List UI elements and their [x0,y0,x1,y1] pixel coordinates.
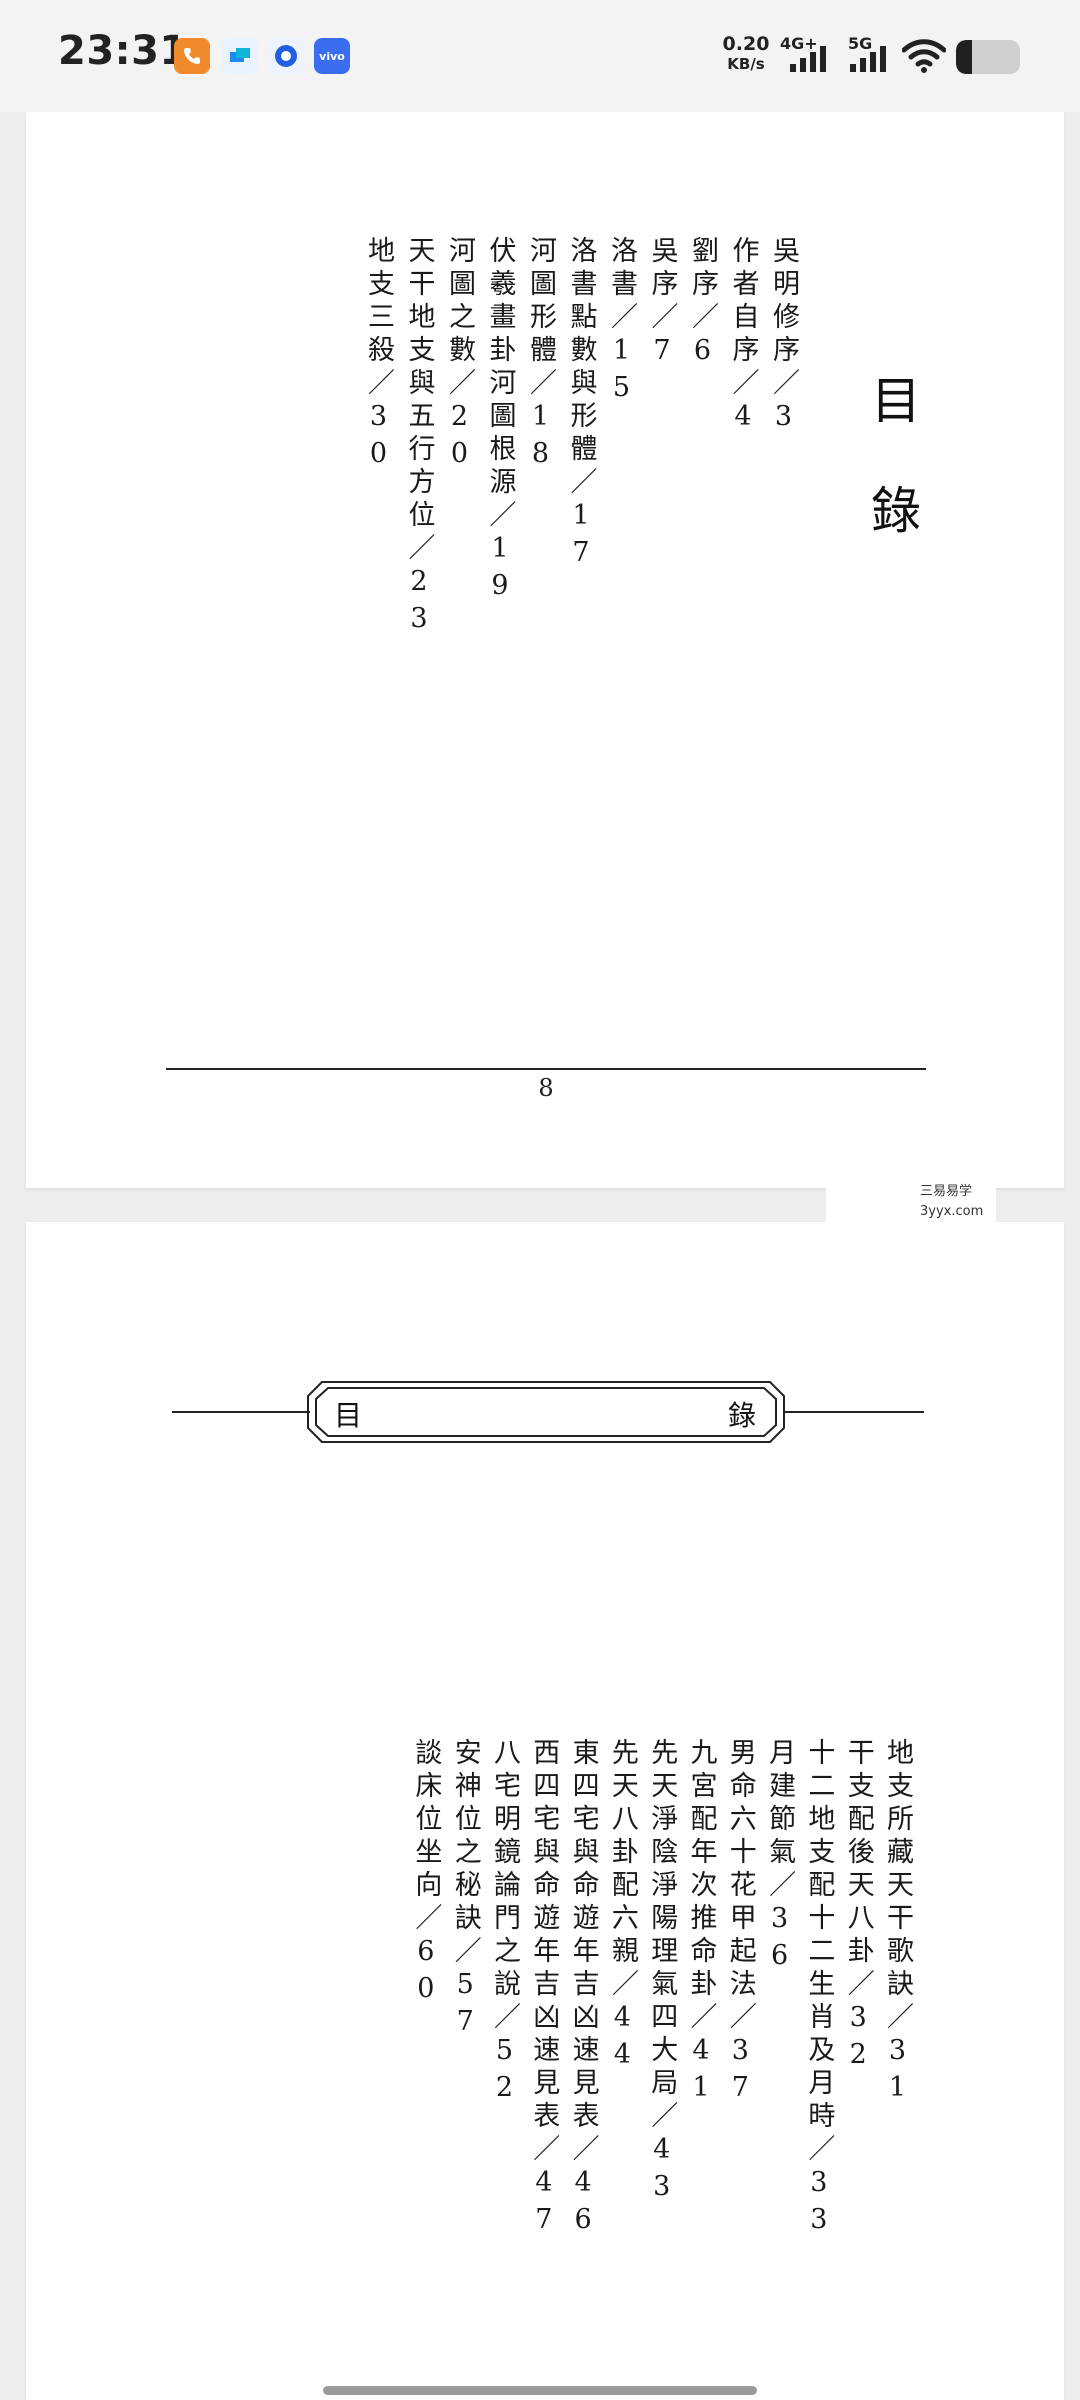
toc-entry-6: 九宮配年次推命卦／41 [685,1738,717,2109]
toc-entry-4: 月建節氣／36 [764,1738,796,1977]
vivo-app-icon: vivo [314,38,350,74]
toc-entry-4: 吳序／7 [646,236,678,372]
toc-entry-10: 天干地支與五行方位／23 [403,236,435,640]
toc-entry-1: 地支所藏天干歌訣／31 [882,1738,913,2109]
battery-icon [956,40,1020,74]
toc-entry-5: 洛書／15 [606,236,637,409]
title-banner-frame [172,1381,924,1443]
toc-entry-7: 河圖形體／18 [525,236,556,475]
signal-strength-icon [790,46,826,72]
watermark-line-2: 3yyx.com [920,1204,984,1219]
document-page-1: 目錄 吳明修序／3 作者自序／4 劉序／6 吳序／7 洛書／15 洛書點數與形體／17 河圖… [26,112,1064,1188]
banner-label-left: 目 [334,1399,363,1432]
page-title: 目錄 [863,374,921,594]
toc-entry-3: 十二地支配十二生肖及月時／33 [803,1738,835,2241]
browser-app-icon [268,38,304,74]
toc-entry-8: 伏羲畫卦河圖根源／19 [484,236,516,607]
status-bar: 23:31 vivo 0.20 KB/s 4G+ 5G [0,0,1080,112]
toc-entry-8: 先天八卦配六親／44 [606,1738,638,2076]
document-page-2: 目 錄 地支所藏天干歌訣／31 干支配後天八卦／32 十二地支配十二生肖及月時／33… [26,1222,1064,2400]
watermark: 三易易学 3yyx.com [826,1176,996,1224]
toc-entry-10: 西四宅與命遊年吉凶速見表／47 [528,1738,560,2241]
toc-entry-6: 洛書點數與形體／17 [565,236,597,574]
home-indicator[interactable] [323,2386,757,2395]
signal-strength-icon-2 [850,46,886,72]
toc-entry-9: 東四宅與命遊年吉凶速見表／46 [567,1738,599,2241]
toc-entry-9: 河圖之數／20 [444,236,475,475]
toc-entry-3: 劉序／6 [687,236,718,372]
network-speed: 0.20 KB/s [722,33,770,73]
toc-entry-2: 干支配後天八卦／32 [842,1738,874,2076]
banner-label-right: 錄 [728,1399,757,1432]
cloud-app-icon [222,38,258,74]
toc-entry-7: 先天淨陰淨陽理氣四大局／43 [646,1738,678,2208]
watermark-line-1: 三易易学 [920,1184,973,1199]
toc-entry-5: 男命六十花甲起法／37 [724,1738,756,2109]
toc-entry-13: 談床位坐向／60 [410,1738,442,2010]
toc-entry-1: 吳明修序／3 [768,236,799,438]
footer-rule [166,1068,926,1070]
wifi-icon [902,39,946,73]
toc-entry-11: 地支三殺／30 [363,236,394,475]
clock: 23:31 [58,28,188,74]
toc-entry-2: 作者自序／4 [727,236,759,438]
page-number: 8 [538,1074,554,1102]
toc-entry-12: 安神位之秘訣／57 [449,1738,481,2043]
phone-app-icon [174,38,210,74]
toc-entry-11: 八宅明鏡論門之說／52 [489,1738,520,2109]
